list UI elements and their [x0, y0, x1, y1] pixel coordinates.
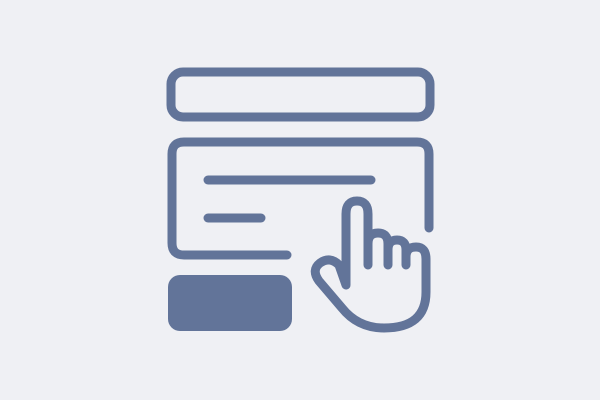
- pointing-hand-icon: [310, 196, 431, 333]
- top-bar-icon: [166, 67, 435, 122]
- form-click-illustration: [0, 0, 600, 400]
- illustration-svg: [166, 67, 435, 333]
- hand-outline: [310, 196, 431, 333]
- submit-button-icon: [168, 275, 292, 331]
